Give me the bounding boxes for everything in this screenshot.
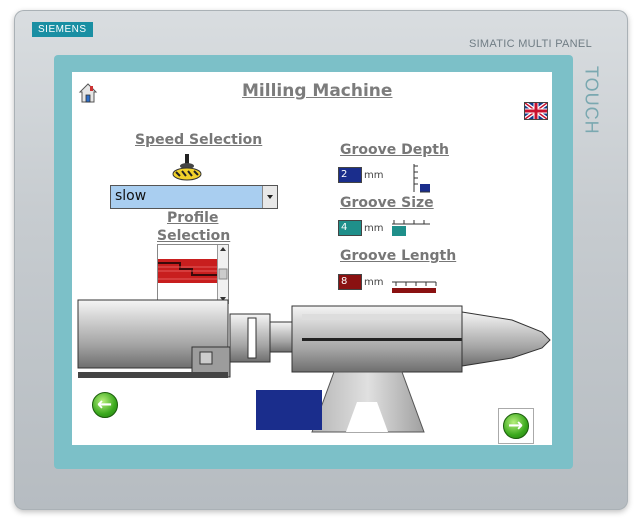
brand-badge: SIEMENS [32,22,93,37]
groove-length-unit: mm [364,277,384,288]
model-label: SIMATIC MULTI PANEL [468,38,592,50]
groove-size-unit: mm [364,223,384,234]
next-button[interactable]: → [503,413,529,439]
home-icon[interactable] [78,82,98,104]
milling-machine-graphic [72,292,552,442]
groove-depth-label: Groove Depth [340,142,449,158]
profile-selection-label-line1: Profile [167,210,219,226]
profile-item-selected[interactable] [158,259,217,283]
speed-select-value: slow [115,188,147,204]
groove-depth-value[interactable]: 2 [338,167,362,183]
speed-selection-label: Speed Selection [135,132,263,148]
arrow-left-icon: ← [97,394,113,415]
next-button-frame[interactable]: → [498,408,534,444]
speed-gauge-icon [172,152,202,182]
chevron-down-icon[interactable] [262,186,277,208]
groove-size-label: Groove Size [340,195,434,211]
profile-selection-label-line2: Selection [157,228,231,244]
groove-length-label: Groove Length [340,248,457,264]
groove-length-value[interactable]: 8 [338,274,362,290]
groove-size-gauge [390,218,434,238]
hmi-screen: Milling Machine Speed Selection slow Pro… [72,72,552,445]
groove-depth-gauge [412,162,432,194]
back-button[interactable]: ← [92,392,118,418]
groove-depth-unit: mm [364,170,384,181]
arrow-right-icon: → [508,415,524,436]
uk-flag-icon[interactable] [523,101,549,121]
speed-select[interactable]: slow [110,185,278,209]
page-title: Milling Machine [242,81,393,101]
groove-size-value[interactable]: 4 [338,220,362,236]
touch-label: TOUCH [582,66,602,135]
